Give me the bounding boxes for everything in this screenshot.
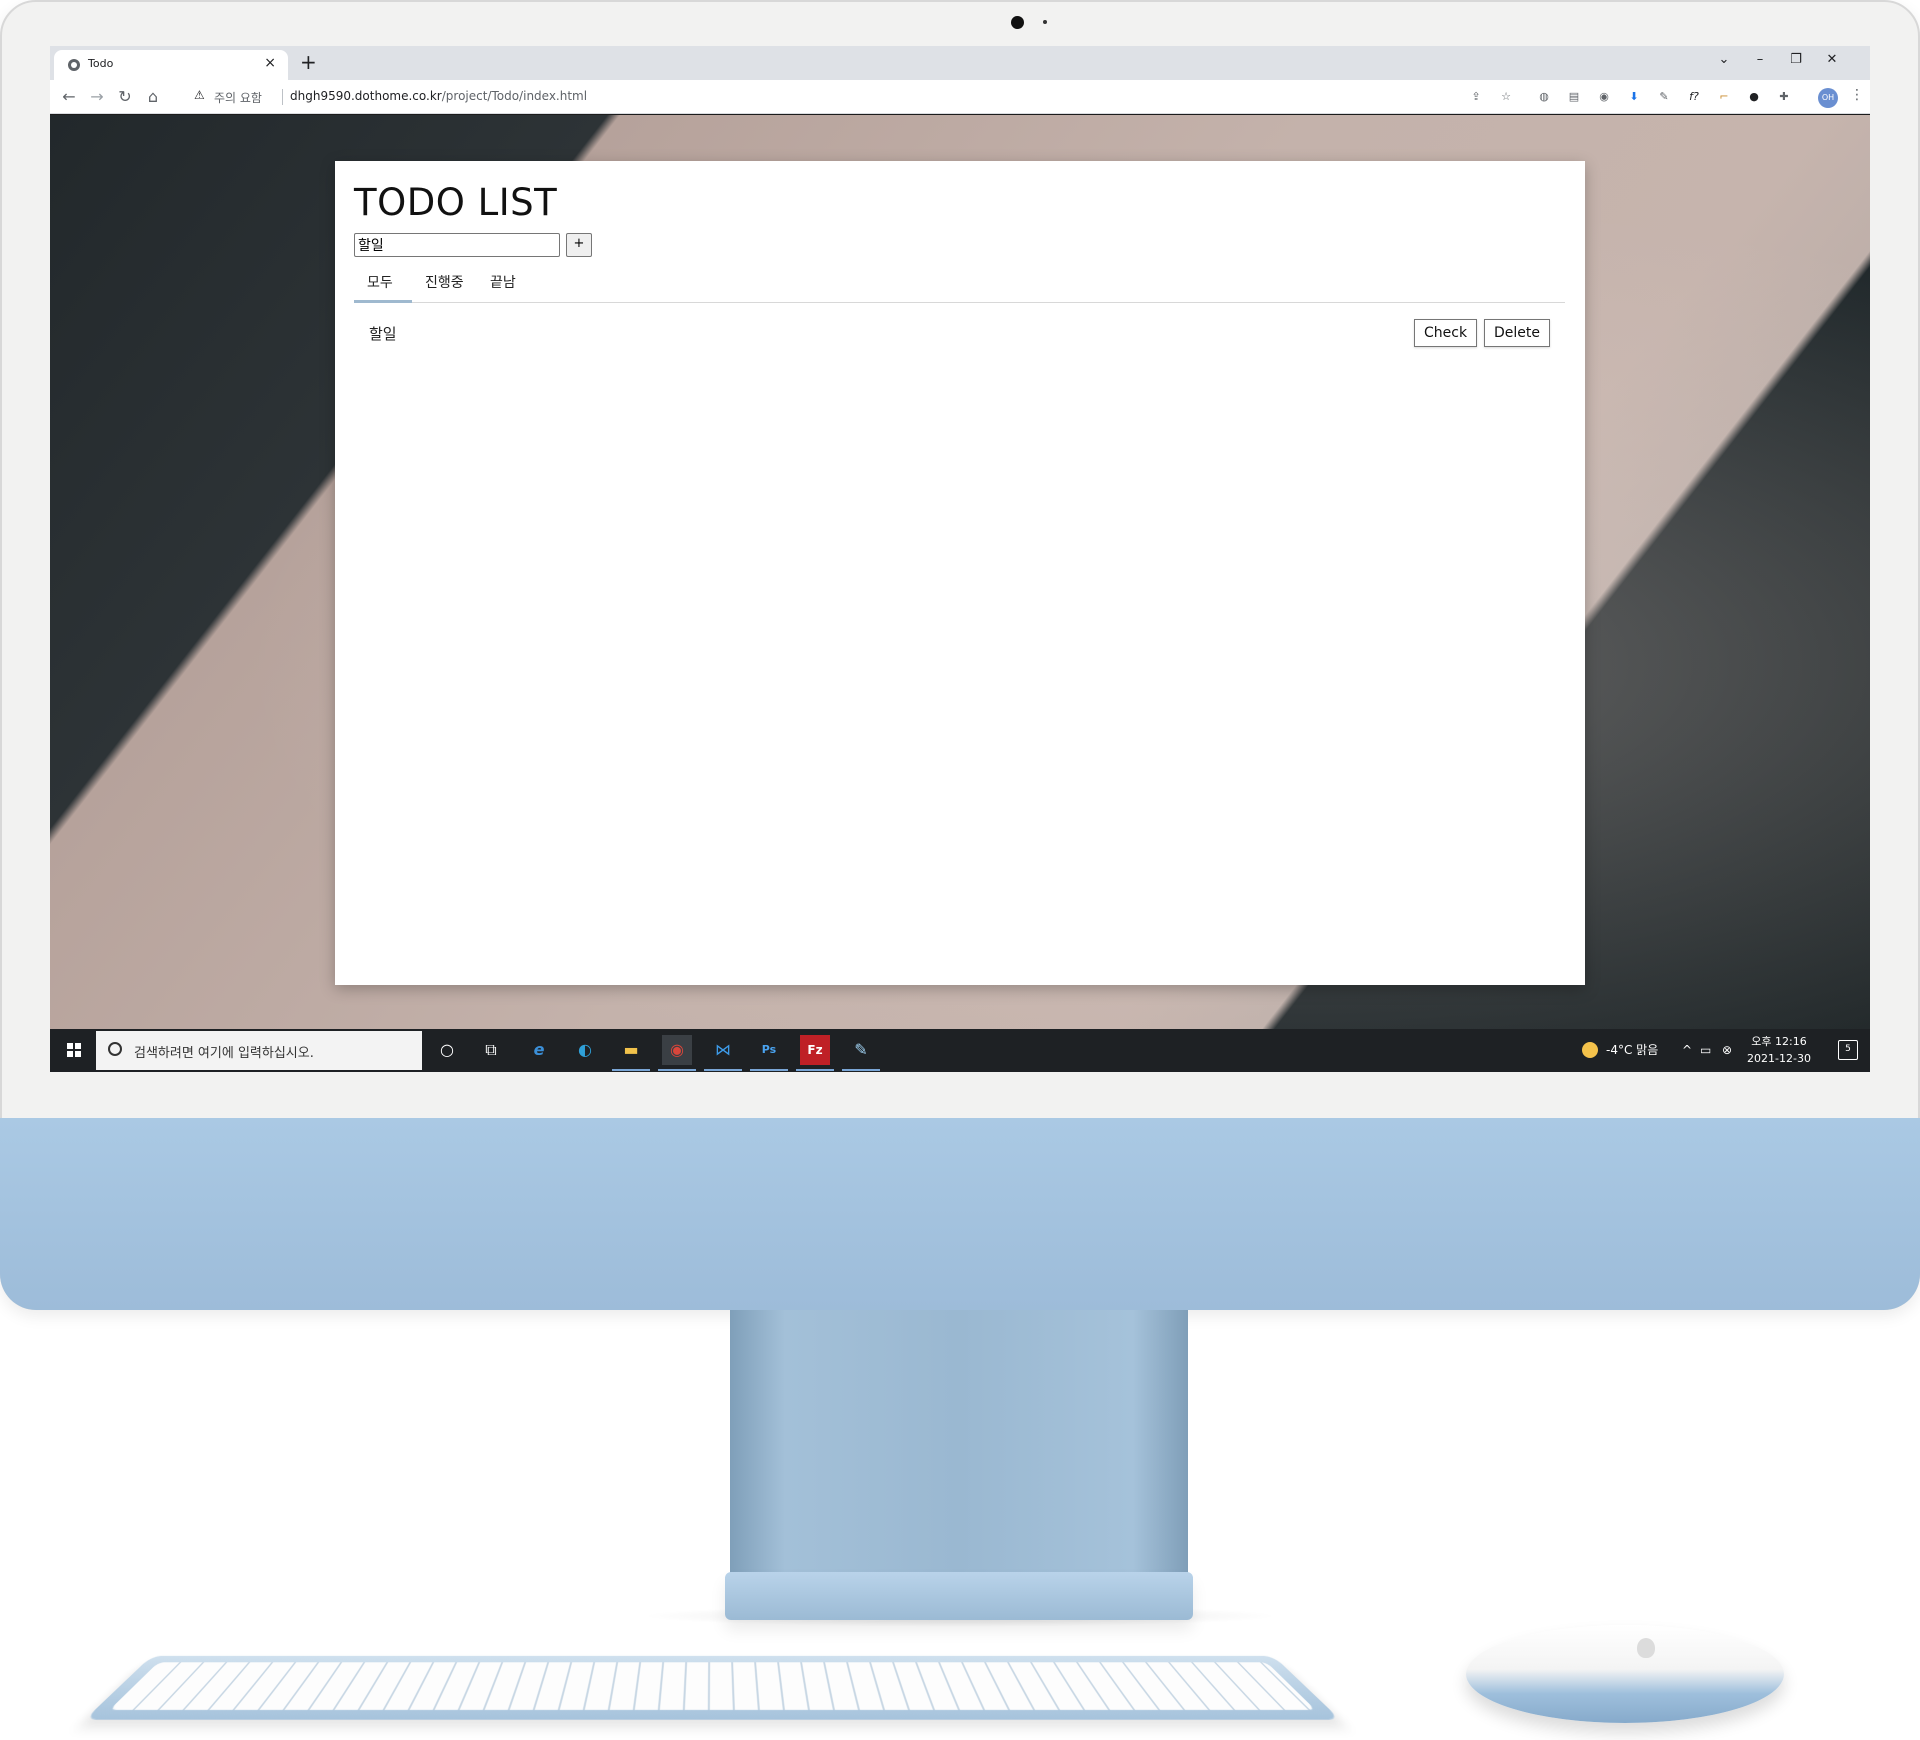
taskbar-search[interactable]: 검색하려면 여기에 입력하십시오. xyxy=(96,1031,422,1070)
warning-icon[interactable]: ⚠ xyxy=(194,88,205,102)
browser-tabstrip: Todo × + ⌄ – ❐ ✕ xyxy=(50,46,1870,80)
add-button[interactable]: + xyxy=(566,233,592,257)
reading-list-icon[interactable]: ▤ xyxy=(1566,89,1582,105)
search-icon xyxy=(108,1042,122,1056)
new-tab-button[interactable]: + xyxy=(300,49,317,75)
restore-button[interactable]: ❐ xyxy=(1780,50,1812,70)
tab-all[interactable]: 모두 xyxy=(367,272,393,292)
tab-in-progress[interactable]: 진행중 xyxy=(425,272,464,292)
edge-icon[interactable]: ◐ xyxy=(570,1035,600,1065)
imac-stand xyxy=(730,1310,1188,1595)
start-button[interactable] xyxy=(50,1029,96,1072)
search-placeholder: 검색하려면 여기에 입력하십시오. xyxy=(134,1046,314,1061)
panda-icon[interactable]: ● xyxy=(1746,89,1762,105)
notification-icon[interactable]: 5 xyxy=(1838,1040,1858,1060)
globe-icon[interactable]: ◍ xyxy=(1536,89,1552,105)
task-text: 할일 xyxy=(369,325,397,343)
download-icon[interactable]: ⬇ xyxy=(1626,89,1642,105)
windows-taskbar: 검색하려면 여기에 입력하십시오. ○ ⧉ e ◐ ▬ ◉ ⋈ Ps Fz ✎ … xyxy=(50,1029,1870,1072)
camera-ext-icon[interactable]: ◉ xyxy=(1596,89,1612,105)
vscode-icon[interactable]: ⋈ xyxy=(704,1035,742,1071)
tab-title: Todo xyxy=(88,57,114,70)
clock[interactable]: 오후 12:16 2021-12-30 xyxy=(1744,1033,1814,1067)
volume-icon[interactable]: ⊗ xyxy=(1722,1029,1732,1072)
imac-scene: Todo × + ⌄ – ❐ ✕ ← → ↻ ⌂ ⚠ 주의 요함 dhgh959… xyxy=(0,0,1920,1740)
minimize-button[interactable]: – xyxy=(1744,50,1776,70)
task-view-icon[interactable]: ⧉ xyxy=(476,1035,506,1065)
camera-sensor-icon xyxy=(1043,20,1047,24)
tab-close-icon[interactable]: × xyxy=(264,54,276,72)
browser-toolbar: ← → ↻ ⌂ ⚠ 주의 요함 dhgh9590.dothome.co.kr/p… xyxy=(50,80,1870,114)
filezilla-icon[interactable]: Fz xyxy=(796,1035,834,1071)
delete-button[interactable]: Delete xyxy=(1484,319,1550,347)
file-explorer-icon[interactable]: ▬ xyxy=(612,1035,650,1071)
url-host: dhgh9590.dothome.co.kr xyxy=(290,89,442,103)
cortana-icon[interactable]: ○ xyxy=(432,1035,462,1065)
filter-tabs: 모두 진행중 끝남 xyxy=(354,265,1565,303)
globe-favicon-icon xyxy=(68,59,80,71)
todo-app: TODO LIST + 모두 진행중 끝남 할일 Check Delete xyxy=(335,161,1585,985)
hammer-icon[interactable]: ⌐ xyxy=(1716,89,1732,105)
magic-mouse xyxy=(1466,1625,1784,1723)
star-icon[interactable]: ☆ xyxy=(1498,89,1514,105)
camera-icon xyxy=(1011,16,1024,29)
reload-icon[interactable]: ↻ xyxy=(114,86,136,108)
tray-overflow-icon[interactable]: ^ xyxy=(1682,1029,1692,1072)
url-text[interactable]: dhgh9590.dothome.co.kr/project/Todo/inde… xyxy=(290,89,587,103)
back-icon[interactable]: ← xyxy=(58,86,80,108)
puzzle-icon[interactable]: ✚ xyxy=(1776,89,1792,105)
apple-logo-icon xyxy=(1637,1638,1655,1658)
internet-explorer-icon[interactable]: e xyxy=(524,1035,554,1065)
menu-icon[interactable]: ⋮ xyxy=(1850,87,1864,103)
imac-stand-base xyxy=(725,1572,1193,1620)
security-status[interactable]: 주의 요함 xyxy=(214,89,262,106)
weather-icon[interactable] xyxy=(1582,1042,1598,1058)
keyboard xyxy=(84,1655,1341,1720)
share-icon[interactable]: ⇪ xyxy=(1468,89,1484,105)
screen: Todo × + ⌄ – ❐ ✕ ← → ↻ ⌂ ⚠ 주의 요함 dhgh959… xyxy=(50,46,1870,1072)
network-icon[interactable]: ▭ xyxy=(1700,1029,1711,1072)
page-viewport: TODO LIST + 모두 진행중 끝남 할일 Check Delete xyxy=(50,115,1870,1029)
home-icon[interactable]: ⌂ xyxy=(142,86,164,108)
clock-date: 2021-12-30 xyxy=(1747,1052,1811,1065)
windows-logo-icon xyxy=(67,1043,81,1057)
browser-tab[interactable]: Todo × xyxy=(54,50,288,80)
clock-time: 오후 12:16 xyxy=(1751,1035,1807,1048)
font-icon[interactable]: f? xyxy=(1686,89,1702,105)
keyboard-keys xyxy=(109,1662,1316,1710)
address-bar[interactable]: ⚠ 주의 요함 dhgh9590.dothome.co.kr/project/T… xyxy=(186,84,1546,110)
weather-text[interactable]: -4°C 맑음 xyxy=(1606,1029,1658,1072)
tab-search-icon[interactable]: ⌄ xyxy=(1708,50,1740,70)
task-row: 할일 Check Delete xyxy=(354,317,1565,349)
chrome-icon[interactable]: ◉ xyxy=(658,1035,696,1071)
profile-avatar[interactable]: OH xyxy=(1818,88,1838,108)
photoshop-icon[interactable]: Ps xyxy=(750,1035,788,1071)
active-tab-indicator xyxy=(354,300,412,303)
tab-done[interactable]: 끝남 xyxy=(490,272,516,292)
todo-input[interactable] xyxy=(354,233,560,257)
close-window-button[interactable]: ✕ xyxy=(1816,50,1848,70)
url-path: /project/Todo/index.html xyxy=(441,89,588,103)
forward-icon[interactable]: → xyxy=(86,86,108,108)
omnibox-separator xyxy=(282,89,283,105)
eyedropper-icon[interactable]: ✎ xyxy=(1656,89,1672,105)
imac-chin xyxy=(0,1118,1920,1310)
page-title: TODO LIST xyxy=(354,181,558,224)
check-button[interactable]: Check xyxy=(1414,319,1478,347)
paint-icon[interactable]: ✎ xyxy=(842,1035,880,1071)
